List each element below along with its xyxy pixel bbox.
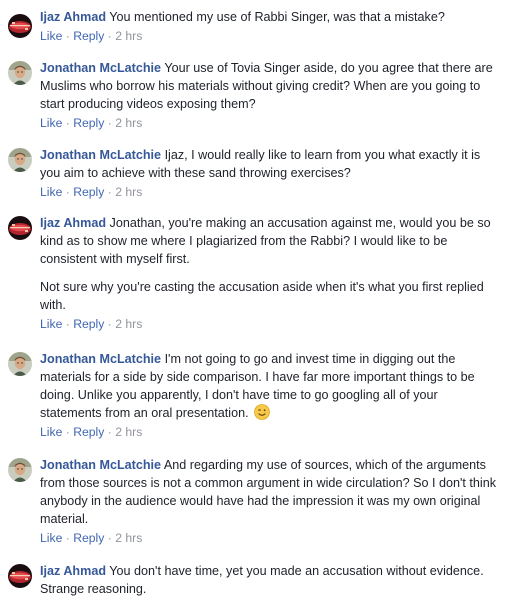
ijaz-avatar-icon[interactable]	[8, 564, 32, 588]
separator-dot: ·	[107, 29, 112, 43]
separator-dot: ·	[65, 317, 70, 331]
comment-timestamp[interactable]: 2 hrs	[115, 116, 142, 130]
like-link[interactable]: Like	[40, 425, 62, 439]
like-link[interactable]: Like	[40, 116, 62, 130]
comment-content: Ijaz Ahmad You don't have time, yet you …	[40, 562, 498, 598]
jonathan-avatar-icon[interactable]	[8, 61, 32, 85]
comment-timestamp[interactable]: 2 hrs	[115, 29, 142, 43]
comment-author[interactable]: Jonathan McLatchie	[40, 352, 161, 366]
comment-content: Ijaz Ahmad Jonathan, you're making an ac…	[40, 214, 498, 268]
comment-timestamp[interactable]: 2 hrs	[115, 531, 142, 545]
separator-dot: ·	[65, 185, 70, 199]
separator-dot: ·	[65, 116, 70, 130]
comment-timestamp[interactable]: 2 hrs	[115, 425, 142, 439]
comment-actions: Like · Reply · 2 hrs	[40, 115, 498, 131]
like-link[interactable]: Like	[40, 531, 62, 545]
comment-actions: Like · Reply · 2 hrs	[40, 530, 498, 546]
like-link[interactable]: Like	[40, 185, 62, 199]
comment-content: Jonathan McLatchie Your use of Tovia Sin…	[40, 59, 498, 113]
like-link[interactable]: Like	[40, 317, 62, 331]
reply-link[interactable]: Reply	[73, 425, 104, 439]
reply-link[interactable]: Reply	[73, 317, 104, 331]
separator-dot: ·	[107, 116, 112, 130]
comment-author[interactable]: Ijaz Ahmad	[40, 10, 106, 24]
comment-actions: Like · Reply · 2 hrs	[40, 424, 498, 440]
comment-author[interactable]: Jonathan McLatchie	[40, 148, 161, 162]
reply-link[interactable]: Reply	[73, 116, 104, 130]
separator-dot: ·	[107, 317, 112, 331]
separator-dot: ·	[107, 531, 112, 545]
comment-author[interactable]: Ijaz Ahmad	[40, 564, 106, 578]
comment-author[interactable]: Ijaz Ahmad	[40, 216, 106, 230]
reply-link[interactable]: Reply	[73, 531, 104, 545]
comment-content: Jonathan McLatchie I'm not going to go a…	[40, 350, 498, 422]
ijaz-avatar-icon[interactable]	[8, 216, 32, 240]
comment-actions: Like · Reply · 2 hrs	[40, 28, 498, 44]
comment-timestamp[interactable]: 2 hrs	[115, 185, 142, 199]
separator-dot: ·	[65, 29, 70, 43]
comment-text: Jonathan, you're making an accusation ag…	[40, 216, 491, 266]
ijaz-avatar-icon[interactable]	[8, 14, 32, 38]
comment-actions: Like · Reply · 2 hrs	[40, 184, 498, 200]
comment-timestamp[interactable]: 2 hrs	[115, 317, 142, 331]
separator-dot: ·	[65, 531, 70, 545]
jonathan-avatar-icon[interactable]	[8, 352, 32, 376]
comment-content: Jonathan McLatchie Ijaz, I would really …	[40, 146, 498, 182]
reply-link[interactable]: Reply	[73, 185, 104, 199]
comment-text-second-paragraph: Not sure why you're casting the accusati…	[40, 280, 484, 312]
separator-dot: ·	[65, 425, 70, 439]
comment-thread: Ijaz Ahmad You mentioned my use of Rabbi…	[0, 0, 505, 608]
comment-author[interactable]: Jonathan McLatchie	[40, 458, 161, 472]
comment-content: Ijaz Ahmad You mentioned my use of Rabbi…	[40, 8, 498, 26]
comment-actions: Like · Reply · 2 hrs	[40, 316, 498, 332]
comment-text: You mentioned my use of Rabbi Singer, wa…	[109, 10, 445, 24]
comment-author[interactable]: Jonathan McLatchie	[40, 61, 161, 75]
jonathan-avatar-icon[interactable]	[8, 458, 32, 482]
separator-dot: ·	[107, 425, 112, 439]
separator-dot: ·	[107, 185, 112, 199]
comment-content: Jonathan McLatchie And regarding my use …	[40, 456, 498, 528]
reply-link[interactable]: Reply	[73, 29, 104, 43]
wink-emoji-icon	[254, 404, 271, 420]
jonathan-avatar-icon[interactable]	[8, 148, 32, 172]
like-link[interactable]: Like	[40, 29, 62, 43]
comment-text: You don't have time, yet you made an acc…	[40, 564, 484, 596]
